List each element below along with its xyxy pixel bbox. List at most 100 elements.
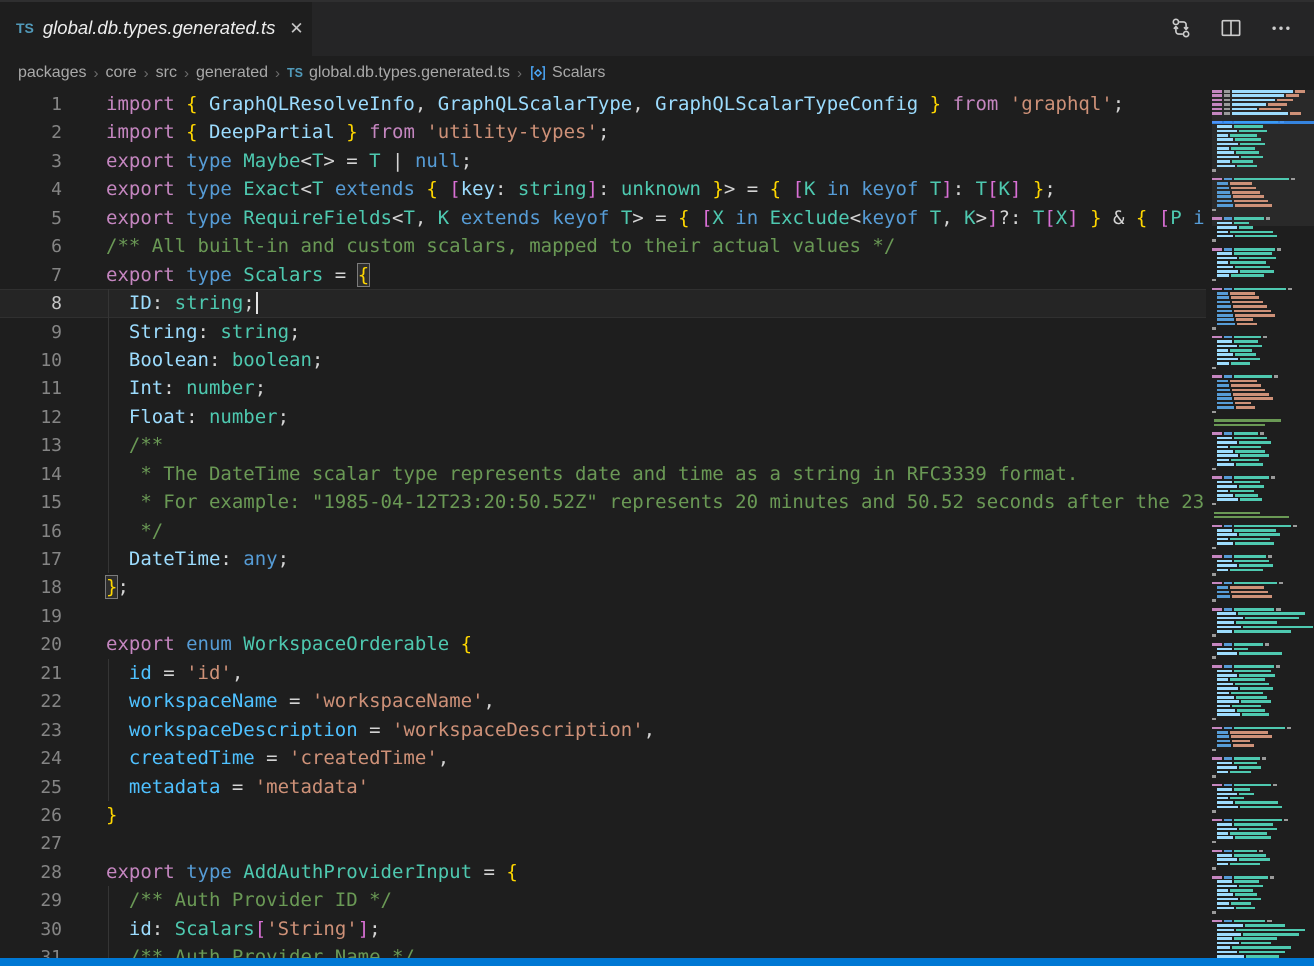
line-number[interactable]: 24 bbox=[0, 745, 62, 773]
line-number[interactable]: 16 bbox=[0, 518, 62, 546]
code-line[interactable]: 20export enum WorkspaceOrderable { bbox=[0, 630, 1206, 658]
code-line[interactable]: 28export type AddAuthProviderInput = { bbox=[0, 858, 1206, 886]
code-line[interactable]: 1import { GraphQLResolveInfo, GraphQLSca… bbox=[0, 90, 1206, 118]
tab-global-db-types[interactable]: TS global.db.types.generated.ts ✕ bbox=[0, 0, 312, 56]
line-number[interactable]: 30 bbox=[0, 916, 62, 944]
minimap[interactable] bbox=[1212, 90, 1314, 958]
line-number[interactable]: 10 bbox=[0, 347, 62, 375]
line-number[interactable]: 6 bbox=[0, 233, 62, 261]
indent-guide bbox=[108, 659, 109, 687]
code-line[interactable]: 16 */ bbox=[0, 517, 1206, 545]
code-line[interactable]: 31 /** Auth Provider Name */ bbox=[0, 943, 1206, 958]
minimap-row bbox=[1212, 863, 1314, 866]
minimap-row bbox=[1212, 274, 1314, 277]
line-number[interactable]: 8 bbox=[0, 290, 62, 318]
more-actions-icon[interactable] bbox=[1270, 17, 1292, 39]
code-token: i bbox=[1182, 207, 1205, 229]
line-number[interactable]: 21 bbox=[0, 660, 62, 688]
line-number[interactable]: 9 bbox=[0, 319, 62, 347]
breadcrumb-item-generated[interactable]: generated bbox=[196, 64, 268, 82]
code-line[interactable]: 19 bbox=[0, 602, 1206, 630]
code-token: ] bbox=[1067, 207, 1078, 229]
line-number[interactable]: 14 bbox=[0, 461, 62, 489]
line-number[interactable]: 18 bbox=[0, 574, 62, 602]
line-number[interactable]: 22 bbox=[0, 688, 62, 716]
code-line[interactable]: 12 Float: number; bbox=[0, 403, 1206, 431]
breadcrumb-item-core[interactable]: core bbox=[106, 64, 137, 82]
code-line[interactable]: 23 workspaceDescription = 'workspaceDesc… bbox=[0, 716, 1206, 744]
code-token: ] bbox=[941, 178, 952, 200]
line-number[interactable]: 4 bbox=[0, 176, 62, 204]
code-line[interactable]: 18}; bbox=[0, 573, 1206, 601]
code-line[interactable]: 4export type Exact<T extends { [key: str… bbox=[0, 175, 1206, 203]
line-number[interactable]: 7 bbox=[0, 262, 62, 290]
code-token: ID bbox=[106, 292, 152, 314]
breadcrumb-label: packages bbox=[18, 64, 87, 82]
editor-pane[interactable]: 1import { GraphQLResolveInfo, GraphQLSca… bbox=[0, 90, 1314, 958]
breadcrumb-item-packages[interactable]: packages bbox=[18, 64, 87, 82]
code-line[interactable]: 13 /** bbox=[0, 431, 1206, 459]
line-number[interactable]: 13 bbox=[0, 432, 62, 460]
code-line[interactable]: 9 String: string; bbox=[0, 318, 1206, 346]
code-line[interactable]: 10 Boolean: boolean; bbox=[0, 346, 1206, 374]
line-number[interactable]: 28 bbox=[0, 859, 62, 887]
line-number[interactable]: 27 bbox=[0, 830, 62, 858]
line-number[interactable]: 12 bbox=[0, 404, 62, 432]
breadcrumb-item-src[interactable]: src bbox=[156, 64, 177, 82]
code-token: , bbox=[232, 662, 243, 684]
line-number[interactable]: 11 bbox=[0, 375, 62, 403]
code-token: * The DateTime scalar type represents da… bbox=[106, 463, 1078, 485]
line-number[interactable]: 3 bbox=[0, 148, 62, 176]
code-line[interactable]: 2import { DeepPartial } from 'utility-ty… bbox=[0, 118, 1206, 146]
breadcrumb-item-global-db-types-generated-ts[interactable]: TSglobal.db.types.generated.ts bbox=[287, 64, 510, 82]
minimap-row bbox=[1212, 323, 1314, 326]
code-token: } bbox=[106, 576, 117, 598]
line-number[interactable]: 31 bbox=[0, 944, 62, 958]
code-line[interactable]: 29 /** Auth Provider ID */ bbox=[0, 886, 1206, 914]
code-line[interactable]: 7export type Scalars = { bbox=[0, 261, 1206, 289]
minimap-row bbox=[1212, 656, 1314, 659]
line-number[interactable]: 26 bbox=[0, 802, 62, 830]
minimap-row bbox=[1212, 516, 1314, 519]
code-token: string bbox=[175, 292, 244, 314]
close-icon[interactable]: ✕ bbox=[289, 20, 303, 37]
code-line[interactable]: 30 id: Scalars['String']; bbox=[0, 915, 1206, 943]
code-line[interactable]: 17 DateTime: any; bbox=[0, 545, 1206, 573]
line-number[interactable]: 25 bbox=[0, 774, 62, 802]
code-line[interactable]: 11 Int: number; bbox=[0, 374, 1206, 402]
code-area[interactable]: 1import { GraphQLResolveInfo, GraphQLSca… bbox=[0, 90, 1206, 958]
minimap-row bbox=[1212, 858, 1314, 861]
code-line[interactable]: 24 createdTime = 'createdTime', bbox=[0, 744, 1206, 772]
code-token: : bbox=[598, 178, 621, 200]
minimap-row bbox=[1212, 336, 1314, 339]
line-number[interactable]: 20 bbox=[0, 631, 62, 659]
line-number[interactable]: 17 bbox=[0, 546, 62, 574]
minimap-row bbox=[1212, 665, 1314, 668]
line-number[interactable]: 23 bbox=[0, 717, 62, 745]
tab-label: global.db.types.generated.ts bbox=[43, 17, 275, 39]
split-editor-icon[interactable] bbox=[1220, 17, 1242, 39]
code-line[interactable]: 26} bbox=[0, 801, 1206, 829]
line-number[interactable]: 2 bbox=[0, 119, 62, 147]
breadcrumb-item-scalars[interactable]: Scalars bbox=[529, 64, 605, 82]
code-line[interactable]: 27 bbox=[0, 829, 1206, 857]
minimap-row bbox=[1212, 555, 1314, 558]
code-token: 'String' bbox=[266, 918, 358, 940]
line-number[interactable]: 19 bbox=[0, 603, 62, 631]
code-line[interactable]: 21 id = 'id', bbox=[0, 659, 1206, 687]
minimap-row bbox=[1212, 560, 1314, 563]
line-number[interactable]: 29 bbox=[0, 887, 62, 915]
code-line[interactable]: 22 workspaceName = 'workspaceName', bbox=[0, 687, 1206, 715]
minimap-row bbox=[1212, 841, 1314, 844]
code-line[interactable]: 3export type Maybe<T> = T | null; bbox=[0, 147, 1206, 175]
line-number[interactable]: 5 bbox=[0, 205, 62, 233]
code-line[interactable]: 6/** All built-in and custom scalars, ma… bbox=[0, 232, 1206, 260]
code-line[interactable]: 5export type RequireFields<T, K extends … bbox=[0, 204, 1206, 232]
code-line[interactable]: 25 metadata = 'metadata' bbox=[0, 773, 1206, 801]
code-line-current[interactable]: 8 ID: string; bbox=[0, 289, 1206, 317]
line-number[interactable]: 15 bbox=[0, 489, 62, 517]
open-changes-icon[interactable] bbox=[1170, 17, 1192, 39]
line-number[interactable]: 1 bbox=[0, 91, 62, 119]
code-line[interactable]: 15 * For example: "1985-04-12T23:20:50.5… bbox=[0, 488, 1206, 516]
code-line[interactable]: 14 * The DateTime scalar type represents… bbox=[0, 460, 1206, 488]
